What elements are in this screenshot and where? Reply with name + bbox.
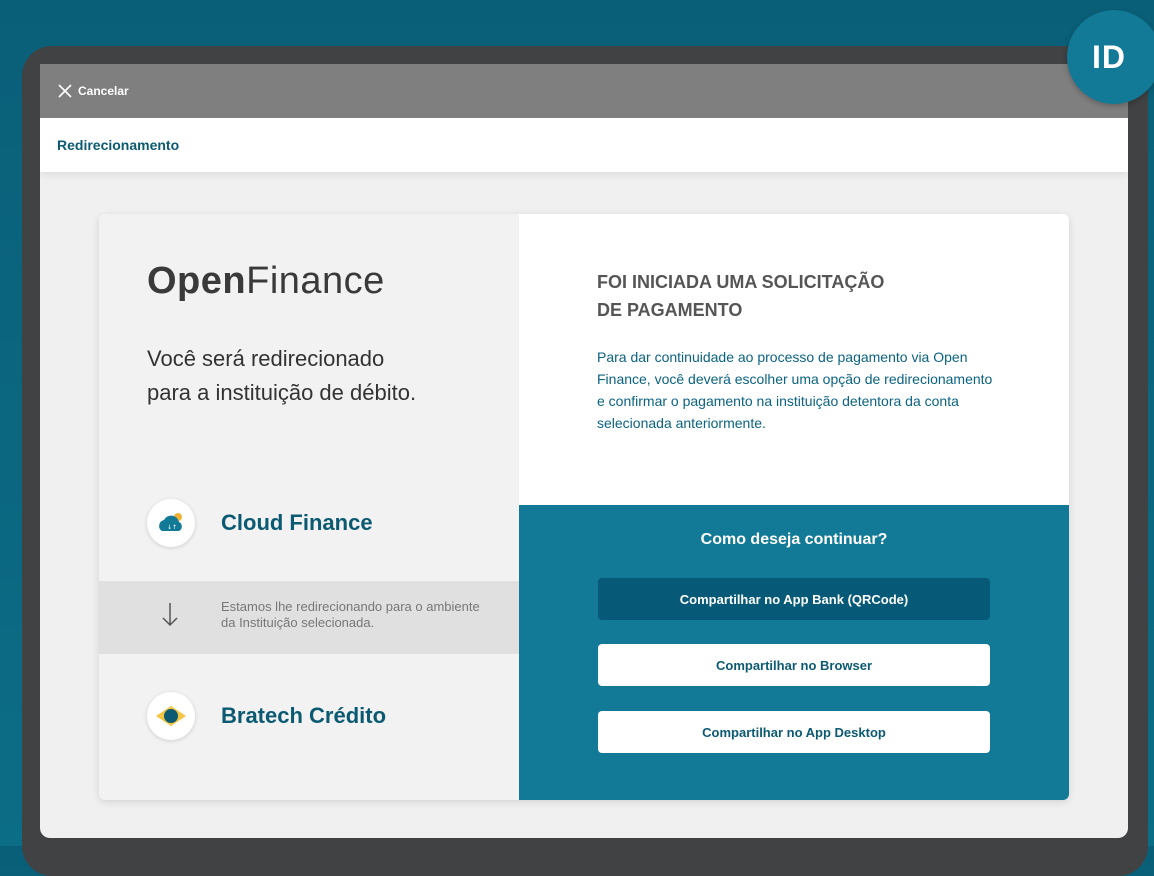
- payment-request-title-line2: DE PAGAMENTO: [597, 300, 743, 320]
- redirect-status-text: Estamos lhe redirecionando para o ambien…: [221, 599, 480, 630]
- right-panel: FOI INICIADA UMA SOLICITAÇÃO DE PAGAMENT…: [519, 214, 1069, 800]
- arrow-down-icon: [162, 603, 178, 627]
- page-header: Redirecionamento: [40, 118, 1128, 172]
- payment-request-description: Para dar continuidade ao processo de pag…: [597, 349, 993, 431]
- destination-institution: Bratech Crédito: [147, 692, 386, 740]
- close-icon: [58, 84, 72, 98]
- bratech-logo-icon: [147, 692, 195, 740]
- svg-text:↓↑: ↓↑: [167, 524, 177, 531]
- redirect-message-line1: Você será redirecionado: [147, 346, 385, 371]
- redirect-message-line2: para a instituição de débito.: [147, 380, 417, 405]
- cancel-label: Cancelar: [78, 84, 129, 98]
- app-screen: Cancelar Redirecionamento OpenFinance Vo…: [40, 64, 1128, 838]
- continue-options: Como deseja continuar? Compartilhar no A…: [519, 505, 1069, 800]
- left-panel: OpenFinance Você será redirecionado para…: [99, 214, 519, 800]
- origin-institution: ↓↑ Cloud Finance: [147, 499, 373, 547]
- id-badge: ID: [1067, 10, 1154, 104]
- origin-institution-name: Cloud Finance: [221, 510, 373, 535]
- id-badge-label: ID: [1092, 38, 1126, 75]
- share-app-desktop-button[interactable]: Compartilhar no App Desktop: [598, 711, 990, 753]
- redirect-card: OpenFinance Você será redirecionado para…: [99, 214, 1069, 800]
- top-bar: Cancelar: [40, 64, 1128, 118]
- logo-light-text: Finance: [246, 260, 385, 302]
- open-finance-logo: OpenFinance: [147, 260, 385, 303]
- redirect-status: Estamos lhe redirecionando para o ambien…: [99, 581, 519, 654]
- payment-request-title: FOI INICIADA UMA SOLICITAÇÃO DE PAGAMENT…: [597, 268, 957, 324]
- logo-bold-text: Open: [147, 260, 247, 302]
- destination-institution-name: Bratech Crédito: [221, 703, 387, 728]
- share-browser-button[interactable]: Compartilhar no Browser: [598, 644, 990, 686]
- cancel-button[interactable]: Cancelar: [58, 84, 129, 98]
- redirect-message: Você será redirecionado para a instituiç…: [147, 342, 487, 410]
- page-title: Redirecionamento: [57, 137, 180, 153]
- share-app-bank-qrcode-button[interactable]: Compartilhar no App Bank (QRCode): [598, 578, 990, 620]
- payment-request-title-line1: FOI INICIADA UMA SOLICITAÇÃO: [597, 272, 885, 292]
- continue-question: Como deseja continuar?: [700, 531, 888, 548]
- cloud-icon: ↓↑: [147, 499, 195, 547]
